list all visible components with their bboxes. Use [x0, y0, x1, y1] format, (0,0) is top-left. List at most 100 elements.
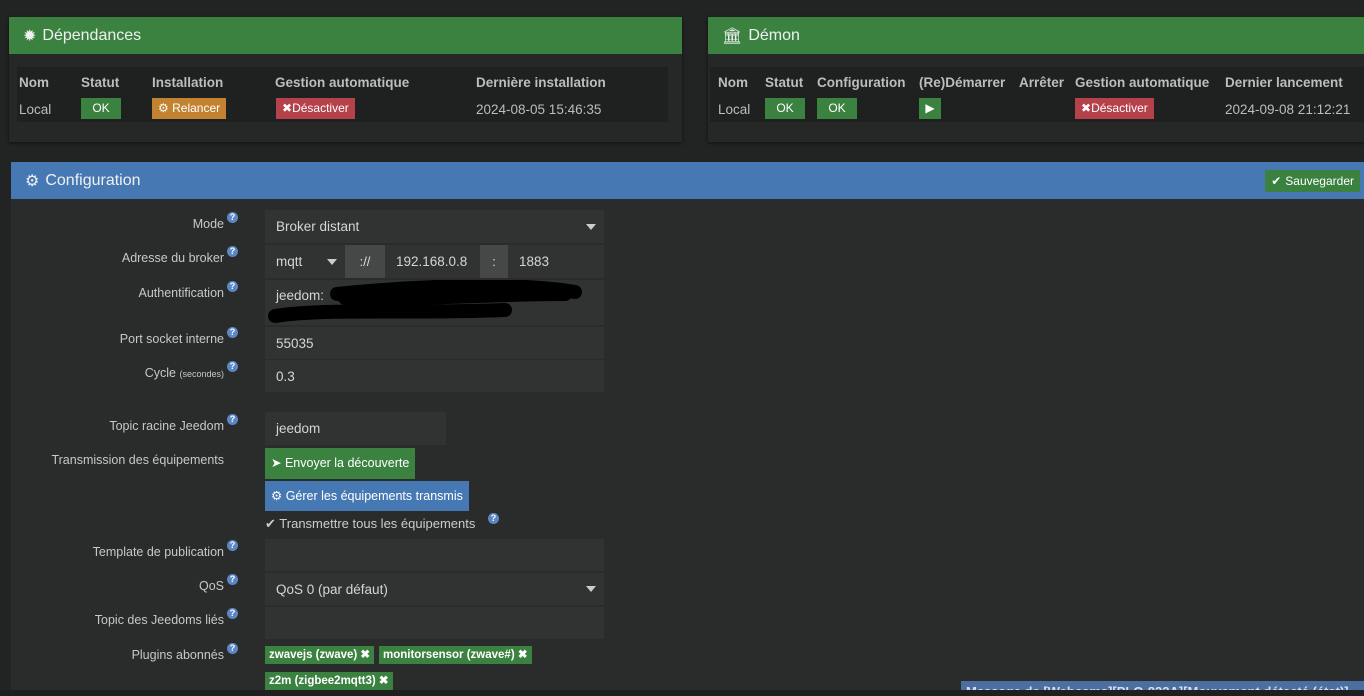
col-header: Statut — [765, 75, 804, 90]
port-value: 1883 — [519, 254, 550, 269]
dependencies-header: ✹ Dépendances — [9, 17, 682, 54]
template-input[interactable] — [265, 539, 604, 571]
send-discovery-button[interactable]: ➤ Envoyer la découverte — [265, 448, 416, 479]
bottom-bar — [0, 690, 1364, 696]
plugin-tag: zwavejs (zwave) ✖ — [265, 646, 375, 664]
socket-value: 55035 — [276, 335, 314, 351]
col-header: Statut — [81, 75, 120, 90]
socket-input[interactable]: 55035 — [265, 327, 604, 359]
socket-label: Port socket interne — [119, 332, 224, 346]
help-icon[interactable]: ? — [227, 281, 238, 292]
remove-icon[interactable]: ✖ — [518, 649, 528, 661]
discover-label: Envoyer la découverte — [284, 456, 410, 470]
daemon-config-badge: OK — [817, 98, 857, 119]
daemon-status-badge: OK — [765, 98, 805, 119]
dep-status-badge: OK — [81, 98, 121, 119]
col-header: Installation — [152, 75, 224, 90]
auth-label: Authentification — [138, 286, 224, 300]
broker-label: Adresse du broker — [121, 251, 224, 265]
linked-input[interactable] — [265, 607, 604, 639]
disable-label: Désactiver — [292, 101, 349, 115]
help-icon[interactable]: ? — [488, 513, 499, 524]
help-icon[interactable]: ? — [227, 212, 238, 223]
dep-disable-button[interactable]: ✖Désactiver — [276, 98, 355, 119]
col-header: Arrêter — [1019, 75, 1065, 90]
remove-icon[interactable]: ✖ — [379, 675, 389, 687]
redaction-scribble — [268, 280, 582, 323]
configuration-header: ⚙ Configuration ✔ Sauvegarder — [11, 162, 1364, 199]
daemon-disable-button[interactable]: ✖Désactiver — [1075, 98, 1154, 119]
help-icon[interactable]: ? — [227, 574, 238, 585]
linked-label: Topic des Jeedoms liés — [94, 613, 224, 627]
cogs-icon: ⚙ — [25, 172, 40, 190]
transmit-all-label: Transmettre tous les équipements — [279, 516, 476, 531]
col-header: Nom — [19, 75, 49, 90]
save-button[interactable]: ✔ Sauvegarder — [1265, 170, 1360, 192]
plugin-name: zwavejs (zwave) — [269, 649, 358, 661]
dep-name: Local — [19, 102, 52, 117]
help-icon[interactable]: ? — [227, 361, 238, 372]
protocol-value: mqtt — [276, 254, 303, 269]
manage-devices-button[interactable]: ⚙ Gérer les équipements transmis — [265, 481, 469, 511]
topic-label: Topic racine Jeedom — [109, 419, 224, 433]
port-separator: : — [480, 245, 508, 278]
topic-value: jeedom — [276, 421, 321, 436]
protocol-separator: :// — [345, 245, 385, 278]
gear-icon: ✹ — [23, 27, 37, 45]
daemon-name: Local — [718, 102, 751, 117]
manage-label: Gérer les équipements transmis — [285, 489, 463, 503]
col-header: Configuration — [817, 75, 906, 90]
help-icon[interactable]: ? — [227, 246, 238, 257]
auth-textarea[interactable]: jeedom: — [265, 280, 604, 325]
mode-value: Broker distant — [276, 219, 360, 234]
col-header: Dernière installation — [476, 75, 606, 90]
col-header: Dernier lancement — [1225, 75, 1343, 90]
dependencies-table: Nom Statut Installation Gestion automati… — [17, 67, 668, 122]
qos-select[interactable]: QoS 0 (par défaut) — [265, 573, 604, 605]
relaunch-label: Relancer — [172, 101, 221, 115]
help-icon[interactable]: ? — [227, 540, 238, 551]
template-label: Template de publication — [92, 545, 224, 559]
transmission-label: Transmission des équipements — [51, 453, 224, 467]
chevron-down-icon — [327, 258, 337, 265]
protocol-select[interactable]: mqtt — [265, 245, 345, 278]
daemon-panel: 🏛 Démon Nom Statut Configuration (Re)Déma… — [708, 17, 1364, 142]
disable-label: Désactiver — [1091, 101, 1148, 115]
host-input[interactable]: 192.168.0.8 — [385, 245, 480, 278]
transmit-all-checkbox[interactable]: ✔ Transmettre tous les équipements — [265, 516, 475, 532]
daemon-header: 🏛 Démon — [708, 17, 1364, 54]
qos-value: QoS 0 (par défaut) — [276, 581, 388, 597]
plugin-tag: monitorsensor (zwave#) ✖ — [379, 646, 532, 664]
help-icon[interactable]: ? — [227, 608, 238, 619]
relaunch-button[interactable]: ⚙ Relancer — [152, 98, 227, 119]
mode-select[interactable]: Broker distant — [265, 210, 604, 243]
plugin-name: z2m (zigbee2mqtt3) — [269, 675, 376, 687]
start-daemon-button[interactable]: ▶ — [919, 98, 941, 119]
qos-label: QoS — [198, 579, 224, 593]
bicycle-icon: ⚙ — [158, 101, 169, 115]
col-header: Gestion automatique — [1075, 75, 1210, 90]
topic-input[interactable]: jeedom — [265, 412, 446, 445]
configuration-panel: ⚙ Configuration ✔ Sauvegarder Mode? Broker… — [11, 162, 1364, 696]
plugin-name: monitorsensor (zwave#) — [383, 649, 515, 661]
col-header: Nom — [718, 75, 748, 90]
cycle-input[interactable]: 0.3 — [265, 360, 604, 392]
check-icon: ✔ — [265, 516, 276, 531]
last-install: 2024-08-05 15:46:35 — [476, 102, 602, 117]
col-header: (Re)Démarrer — [919, 75, 1006, 90]
help-icon[interactable]: ? — [227, 327, 238, 338]
help-icon[interactable]: ? — [227, 643, 238, 654]
cycle-label-text: Cycle — [144, 366, 176, 380]
chevron-down-icon — [586, 586, 596, 592]
cycle-unit: (secondes) — [179, 369, 224, 379]
remove-icon[interactable]: ✖ — [360, 649, 370, 661]
chevron-down-icon — [586, 223, 596, 230]
mode-label: Mode — [192, 217, 224, 231]
check-circle-icon: ✔ — [1271, 174, 1282, 188]
last-launch: 2024-09-08 21:12:21 — [1225, 102, 1351, 117]
dependencies-panel: ✹ Dépendances Nom Statut Installation Ges… — [9, 17, 682, 142]
cycle-label: Cycle (secondes) — [0, 366, 224, 380]
help-icon[interactable]: ? — [227, 414, 238, 425]
save-label: Sauvegarder — [1285, 174, 1354, 188]
port-input[interactable]: 1883 — [508, 245, 604, 278]
